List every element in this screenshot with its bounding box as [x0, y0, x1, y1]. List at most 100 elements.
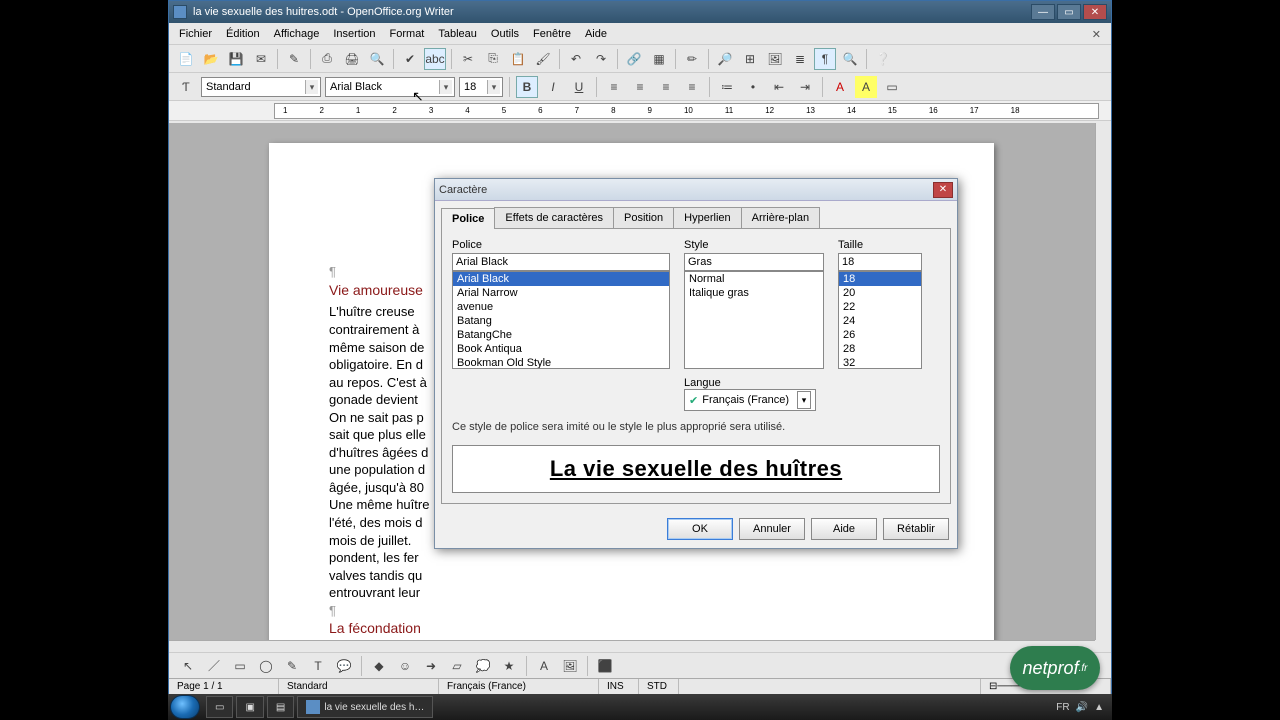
arrows-icon[interactable]: ➜	[420, 655, 442, 677]
tab-arriere-plan[interactable]: Arrière-plan	[741, 207, 820, 228]
freeform-icon[interactable]: ✎	[281, 655, 303, 677]
menu-tableau[interactable]: Tableau	[432, 26, 483, 42]
font-color-icon[interactable]: A	[829, 76, 851, 98]
find-icon[interactable]: 🔎	[714, 48, 736, 70]
from-file-icon[interactable]: 🖼	[559, 655, 581, 677]
table-icon[interactable]: ▦	[648, 48, 670, 70]
style-list[interactable]: Normal Italique gras	[684, 271, 824, 369]
indent-icon[interactable]: ⇥	[794, 76, 816, 98]
paste-icon[interactable]: 📋	[507, 48, 529, 70]
menu-insertion[interactable]: Insertion	[327, 26, 381, 42]
redo-icon[interactable]: ↷	[590, 48, 612, 70]
tray-icon[interactable]: ▲	[1094, 702, 1104, 713]
highlight-icon[interactable]: A	[855, 76, 877, 98]
police-input[interactable]	[452, 253, 670, 271]
pointer-icon[interactable]: ↖	[177, 655, 199, 677]
chevron-down-icon[interactable]: ▾	[797, 391, 811, 409]
list-item[interactable]: BatangChe	[453, 328, 669, 342]
copy-icon[interactable]: ⎘	[482, 48, 504, 70]
menu-fenetre[interactable]: Fenêtre	[527, 26, 577, 42]
list-item[interactable]: Normal	[685, 272, 823, 286]
heading-fecondation[interactable]: La fécondation	[329, 619, 934, 638]
style-input[interactable]	[684, 253, 824, 271]
lang-combo[interactable]: ✔ Français (France) ▾	[684, 389, 816, 411]
italic-button[interactable]: I	[542, 76, 564, 98]
tab-effets[interactable]: Effets de caractères	[494, 207, 614, 228]
size-input[interactable]	[838, 253, 922, 271]
quick-launch-icon[interactable]: ▭	[206, 696, 233, 718]
list-item[interactable]: Italique gras	[685, 286, 823, 300]
font-name-combo[interactable]: Arial Black	[325, 77, 455, 97]
styles-icon[interactable]: Ƭ	[175, 76, 197, 98]
hyperlink-icon[interactable]: 🔗	[623, 48, 645, 70]
underline-button[interactable]: U	[568, 76, 590, 98]
line-icon[interactable]: ／	[203, 655, 225, 677]
callout-icon[interactable]: 💬	[333, 655, 355, 677]
list-item[interactable]: 20	[839, 286, 921, 300]
fontwork-icon[interactable]: A	[533, 655, 555, 677]
list-item[interactable]: Bookman Old Style	[453, 356, 669, 369]
undo-icon[interactable]: ↶	[565, 48, 587, 70]
mail-icon[interactable]: ✉	[250, 48, 272, 70]
menu-format[interactable]: Format	[384, 26, 431, 42]
bold-button[interactable]: B	[516, 76, 538, 98]
list-item[interactable]: 24	[839, 314, 921, 328]
outdent-icon[interactable]: ⇤	[768, 76, 790, 98]
list-item[interactable]: Arial Black	[453, 272, 669, 286]
document-close-icon[interactable]: ✕	[1086, 26, 1107, 43]
menu-fichier[interactable]: Fichier	[173, 26, 218, 42]
zoom-icon[interactable]: 🔍	[839, 48, 861, 70]
size-list[interactable]: 18 20 22 24 26 28 32	[838, 271, 922, 369]
tab-position[interactable]: Position	[613, 207, 674, 228]
cancel-button[interactable]: Annuler	[739, 518, 805, 540]
list-item[interactable]: Arial Narrow	[453, 286, 669, 300]
list-item[interactable]: Book Antiqua	[453, 342, 669, 356]
list-item[interactable]: avenue	[453, 300, 669, 314]
flowchart-icon[interactable]: ▱	[446, 655, 468, 677]
save-icon[interactable]: 💾	[225, 48, 247, 70]
close-button[interactable]: ✕	[1083, 4, 1107, 20]
ellipse-icon[interactable]: ◯	[255, 655, 277, 677]
horizontal-ruler[interactable]: 121 234 567 8910 111213 141516 1718	[274, 103, 1099, 119]
status-ins[interactable]: INS	[599, 679, 639, 694]
tray-icon[interactable]: 🔊	[1076, 702, 1088, 713]
status-lang[interactable]: Français (France)	[439, 679, 599, 694]
tab-police[interactable]: Police	[441, 208, 495, 229]
autocheck-icon[interactable]: abc	[424, 48, 446, 70]
spellcheck-icon[interactable]: ✔	[399, 48, 421, 70]
bullet-list-icon[interactable]: •	[742, 76, 764, 98]
edit-icon[interactable]: ✎	[283, 48, 305, 70]
quick-launch-icon[interactable]: ▣	[236, 696, 263, 718]
paragraph-style-combo[interactable]: Standard	[201, 77, 321, 97]
new-icon[interactable]: 📄	[175, 48, 197, 70]
list-item[interactable]: 32	[839, 356, 921, 369]
list-item[interactable]: 28	[839, 342, 921, 356]
list-item[interactable]: 22	[839, 300, 921, 314]
menu-aide[interactable]: Aide	[579, 26, 613, 42]
extrusion-icon[interactable]: ⬛	[594, 655, 616, 677]
lang-indicator[interactable]: FR	[1056, 702, 1069, 713]
police-list[interactable]: Arial Black Arial Narrow avenue Batang B…	[452, 271, 670, 369]
start-button[interactable]	[170, 695, 200, 719]
align-center-icon[interactable]: ≡	[629, 76, 651, 98]
status-std[interactable]: STD	[639, 679, 679, 694]
taskbar-app[interactable]: la vie sexuelle des h…	[297, 696, 433, 718]
quick-launch-icon[interactable]: ▤	[267, 696, 294, 718]
ok-button[interactable]: OK	[667, 518, 733, 540]
preview-icon[interactable]: 🔍	[366, 48, 388, 70]
system-tray[interactable]: FR 🔊 ▲	[1056, 702, 1110, 713]
numbered-list-icon[interactable]: ≔	[716, 76, 738, 98]
minimize-button[interactable]: —	[1031, 4, 1055, 20]
align-right-icon[interactable]: ≡	[655, 76, 677, 98]
menu-edition[interactable]: Édition	[220, 26, 266, 42]
open-icon[interactable]: 📂	[200, 48, 222, 70]
tab-hyperlien[interactable]: Hyperlien	[673, 207, 741, 228]
cut-icon[interactable]: ✂	[457, 48, 479, 70]
datasource-icon[interactable]: ≣	[789, 48, 811, 70]
navigator-icon[interactable]: ⊞	[739, 48, 761, 70]
text-icon[interactable]: T	[307, 655, 329, 677]
menu-affichage[interactable]: Affichage	[268, 26, 326, 42]
nonprint-icon[interactable]: ¶	[814, 48, 836, 70]
print-icon[interactable]: 🖨	[341, 48, 363, 70]
list-item[interactable]: 18	[839, 272, 921, 286]
